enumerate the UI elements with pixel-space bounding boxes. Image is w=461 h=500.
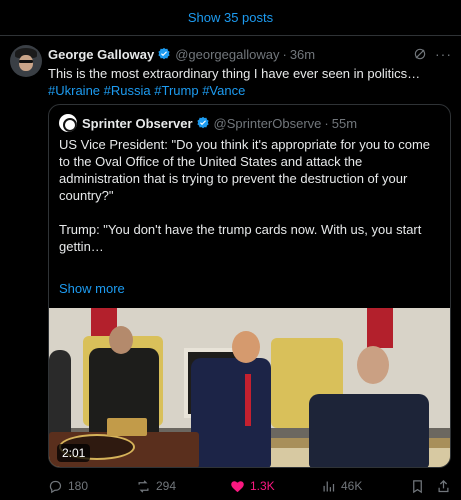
verified-badge-icon [158, 47, 170, 60]
video-person-vance [309, 394, 429, 467]
share-button[interactable] [436, 479, 456, 494]
views-button[interactable]: 46K [321, 479, 362, 494]
video-thumbnail[interactable]: 2:01 [49, 308, 450, 467]
video-person-trump [191, 358, 271, 467]
hashtag-trump[interactable]: #Trump [154, 83, 198, 98]
show-more-link[interactable]: Show more [59, 281, 125, 296]
bookmark-icon [413, 479, 422, 493]
views-icon [323, 481, 335, 491]
show-new-posts-button[interactable]: Show 35 posts [0, 0, 461, 36]
hashtag-ukraine[interactable]: #Ukraine [48, 83, 100, 98]
video-duration: 2:01 [57, 444, 91, 462]
video-head-vance [357, 346, 389, 384]
repost-icon [138, 479, 149, 493]
quoted-post-text: US Vice President: "Do you think it's ap… [59, 136, 444, 255]
quoted-post-time[interactable]: 55m [332, 116, 357, 131]
quoted-author-name[interactable]: Sprinter Observer [82, 116, 193, 131]
like-count: 1.3K [250, 479, 275, 493]
view-count: 46K [341, 479, 363, 493]
repost-count: 294 [156, 479, 177, 493]
video-curtain-right [367, 308, 393, 348]
hashtag-russia[interactable]: #Russia [104, 83, 151, 98]
quoted-text-line-2: Trump: "You don't have the trump cards n… [59, 222, 422, 254]
heart-icon [231, 480, 244, 492]
hashtag-vance[interactable]: #Vance [202, 83, 245, 98]
quoted-post-header: Sprinter Observer @SprinterObserve · 55m [59, 114, 357, 132]
more-icon[interactable]: ··· [435, 46, 451, 62]
video-box [107, 418, 147, 436]
post-actions: 180 294 1.3K 46K [48, 476, 451, 496]
author-avatar[interactable] [10, 45, 42, 77]
reply-count: 180 [68, 479, 89, 493]
like-button[interactable]: 1.3K [230, 479, 275, 494]
grok-icon[interactable] [413, 47, 427, 61]
separator-dot: · [282, 46, 287, 62]
quoted-post[interactable]: Sprinter Observer @SprinterObserve · 55m… [48, 104, 451, 468]
post[interactable]: George Galloway @georgegalloway · 36m ··… [0, 36, 461, 500]
avatar-glasses [19, 60, 33, 63]
reply-button[interactable]: 180 [48, 479, 88, 494]
post-time[interactable]: 36m [290, 47, 315, 62]
author-name[interactable]: George Galloway [48, 47, 154, 62]
post-text-body: This is the most extraordinary thing I h… [48, 66, 421, 81]
author-handle[interactable]: @georgegalloway [175, 47, 279, 62]
video-tie [245, 374, 251, 426]
share-icon [438, 479, 449, 492]
quoted-text-line-1: US Vice President: "Do you think it's ap… [59, 137, 431, 203]
post-header: George Galloway @georgegalloway · 36m ··… [48, 45, 451, 63]
video-head-zelensky [109, 326, 133, 354]
repost-button[interactable]: 294 [136, 479, 176, 494]
post-text: This is the most extraordinary thing I h… [48, 65, 448, 99]
video-head-trump [232, 331, 260, 363]
avatar-face [19, 55, 33, 71]
bookmark-button[interactable] [410, 479, 430, 494]
quoted-author-handle[interactable]: @SprinterObserve [214, 116, 322, 131]
quoted-author-avatar[interactable] [59, 114, 77, 132]
separator-dot: · [324, 115, 329, 131]
verified-badge-icon [196, 116, 209, 129]
reply-icon [49, 480, 62, 493]
